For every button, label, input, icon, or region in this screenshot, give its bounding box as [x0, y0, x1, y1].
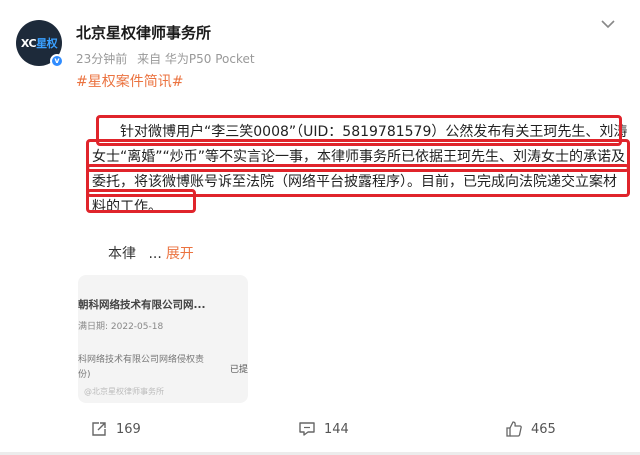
action-bar: 169 144 465 — [0, 420, 640, 444]
like-icon — [506, 421, 522, 437]
expand-link[interactable]: 展开 — [166, 246, 194, 262]
comment-icon — [299, 422, 315, 436]
attachment-image[interactable]: 朝科网络技术有限公司网... 满日期: 2022-05-18 科网络技术有限公司… — [78, 275, 248, 403]
doc-date: 满日期: 2022-05-18 — [78, 322, 164, 332]
body-line: 女士“离婚”“炒币”等不实言论一事，本律师事务所已依据王珂先生、刘涛女士的承诺及 — [92, 149, 626, 165]
collapsed-text: 本律 ... 展开 — [108, 246, 194, 262]
like-count: 465 — [531, 421, 556, 437]
verified-badge-icon: v — [50, 54, 64, 68]
watermark: @北京星权律师事务所 — [84, 387, 164, 396]
chevron-down-icon[interactable] — [598, 14, 618, 34]
comment-button[interactable]: 144 — [298, 420, 349, 438]
author-name[interactable]: 北京星权律师事务所 — [76, 22, 211, 43]
body-line: 料的工作。 — [92, 199, 162, 215]
body-line: 针对微博用户“李三笑0008”（UID：5819781579）公然发布有关王珂先… — [120, 124, 628, 140]
body-line: 委托，将该微博账号诉至法院（网络平台披露程序）。目前，已完成向法院递交立案材 — [92, 174, 617, 190]
post-source: 来自 华为P50 Pocket — [137, 52, 255, 66]
post-meta: 23分钟前 来自 华为P50 Pocket — [76, 50, 261, 67]
share-icon — [92, 422, 106, 436]
share-count: 169 — [116, 421, 141, 437]
comment-count: 144 — [324, 421, 349, 437]
doc-text: 科网络技术有限公司网络侵权责 — [78, 355, 205, 365]
avatar-logo: XC星权 — [20, 37, 58, 50]
share-button[interactable]: 169 — [90, 420, 141, 438]
post-time[interactable]: 23分钟前 — [76, 52, 127, 66]
topic-link[interactable]: #星权案件简讯# — [76, 71, 183, 91]
like-button[interactable]: 465 — [505, 420, 556, 438]
side-tag: 已提 — [230, 365, 249, 375]
doc-title: 朝科网络技术有限公司网... — [78, 299, 206, 311]
ellipsis: ... — [148, 246, 162, 262]
doc-text: 份) — [78, 370, 91, 380]
